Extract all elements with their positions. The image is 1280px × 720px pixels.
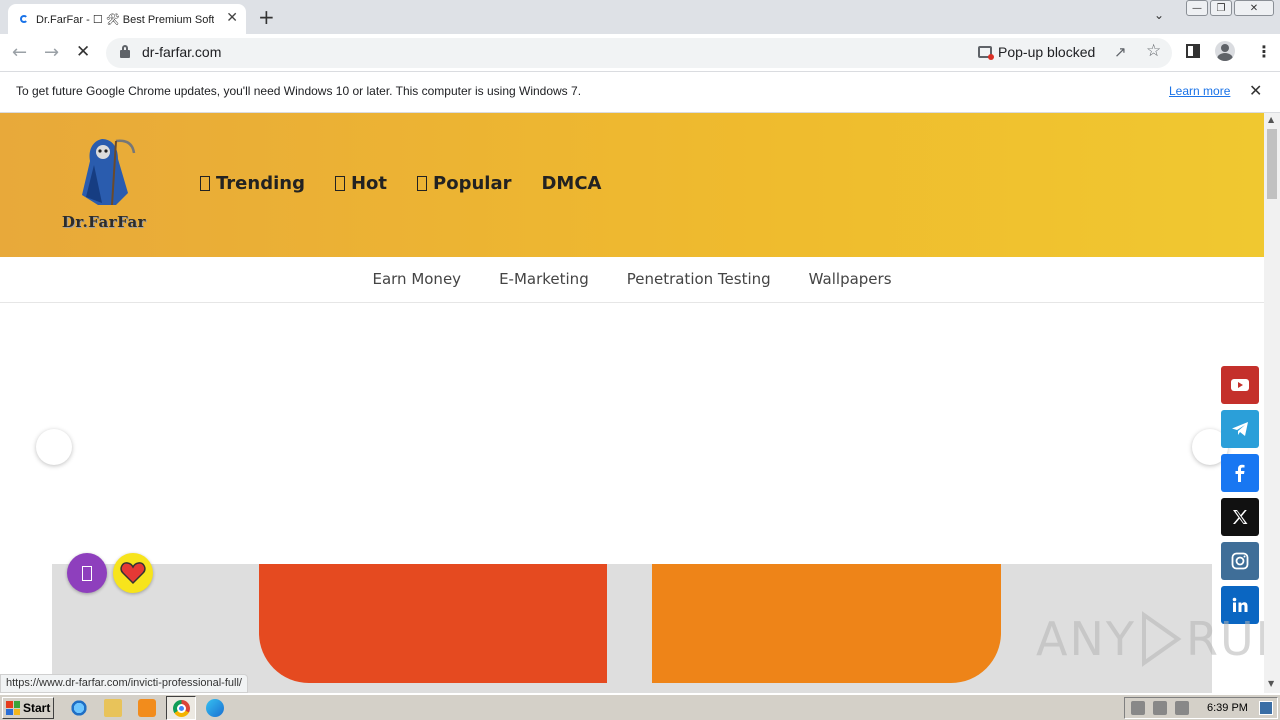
infobar-message: To get future Google Chrome updates, you…	[16, 84, 582, 98]
address-bar[interactable]: dr-farfar.com Pop-up blocked ↗ ☆	[106, 38, 1172, 68]
nav-trending-label: Trending	[216, 173, 305, 194]
banner-red-shape	[259, 564, 607, 683]
update-infobar: To get future Google Chrome updates, you…	[0, 72, 1280, 113]
main-nav: Trending Hot Popular DMCA	[200, 173, 601, 194]
action-center-flag-icon[interactable]	[1175, 701, 1189, 715]
nav-dmca[interactable]: DMCA	[541, 173, 601, 194]
scroll-thumb[interactable]	[1267, 129, 1277, 199]
show-desktop-icon[interactable]	[1259, 701, 1273, 715]
loading-spinner-icon	[20, 15, 28, 23]
x-icon	[1233, 510, 1248, 524]
site-logo[interactable]: Dr.FarFar	[58, 133, 150, 237]
box-glyph-icon	[82, 565, 92, 581]
watermark-run: RUN	[1185, 612, 1264, 666]
popup-blocked-label: Pop-up blocked	[998, 44, 1096, 60]
tab-close-icon[interactable]: ✕	[226, 10, 238, 26]
popup-blocked-indicator[interactable]: Pop-up blocked	[978, 44, 1095, 60]
file-explorer-icon[interactable]	[104, 699, 122, 717]
heart-icon	[120, 562, 146, 585]
restore-button[interactable]: ❐	[1210, 0, 1232, 16]
category-penetration-testing[interactable]: Penetration Testing	[627, 257, 771, 302]
kebab-menu-icon[interactable]: ⋮	[1256, 42, 1272, 61]
media-player-icon[interactable]	[138, 699, 156, 717]
volume-icon[interactable]	[1131, 701, 1145, 715]
tab-title: Dr.FarFar - ☐ 🛠 Best Premium Softw	[36, 13, 214, 26]
category-earn-money[interactable]: Earn Money	[372, 257, 461, 302]
system-tray: 6:39 PM	[1124, 697, 1278, 719]
new-tab-button[interactable]: +	[258, 5, 275, 29]
infobar-close-icon[interactable]: ✕	[1249, 81, 1262, 100]
stop-loading-icon[interactable]: ✕	[76, 42, 90, 62]
side-panel-icon[interactable]	[1186, 44, 1200, 58]
browser-toolbar: ← → ✕ dr-farfar.com Pop-up blocked ↗ ☆	[0, 34, 1280, 72]
anyrun-watermark: ANY RUN	[1036, 611, 1264, 667]
window-controls: — ❐ ✕	[1186, 0, 1274, 16]
social-sidebar	[1221, 366, 1259, 624]
internet-explorer-icon[interactable]	[70, 699, 88, 717]
category-e-marketing[interactable]: E-Marketing	[499, 257, 589, 302]
box-glyph-icon	[334, 176, 345, 191]
bookmark-star-icon[interactable]: ☆	[1146, 41, 1161, 61]
clock[interactable]: 6:39 PM	[1207, 702, 1248, 714]
nav-hot-label: Hot	[350, 173, 388, 194]
nav-trending[interactable]: Trending	[200, 173, 305, 194]
slider-prev-button[interactable]	[36, 429, 72, 465]
nav-popular[interactable]: Popular	[417, 173, 511, 194]
forward-arrow-icon[interactable]: →	[44, 42, 59, 63]
scroll-up-arrow-icon[interactable]: ▲	[1268, 115, 1274, 124]
share-icon[interactable]: ↗	[1114, 43, 1127, 61]
status-bar-url: https://www.dr-farfar.com/invicti-profes…	[0, 674, 248, 693]
chrome-icon	[173, 700, 190, 717]
edge-icon[interactable]	[206, 699, 224, 717]
telegram-button[interactable]	[1221, 410, 1259, 448]
nav-popular-label: Popular	[433, 173, 512, 194]
facebook-button[interactable]	[1221, 454, 1259, 492]
play-triangle-icon	[1141, 611, 1182, 667]
page-scrollbar[interactable]: ▲ ▼	[1264, 113, 1280, 693]
lock-icon[interactable]	[120, 45, 130, 58]
watermark-any: ANY	[1036, 612, 1136, 666]
start-button[interactable]: Start	[2, 697, 54, 719]
browser-tab[interactable]: Dr.FarFar - ☐ 🛠 Best Premium Softw ✕	[8, 4, 246, 34]
chrome-taskbar-button[interactable]	[166, 696, 196, 720]
category-nav: Earn Money E-Marketing Penetration Testi…	[0, 257, 1264, 303]
windows-logo-icon	[6, 701, 20, 715]
close-window-button[interactable]: ✕	[1234, 0, 1274, 16]
box-glyph-icon	[200, 176, 210, 191]
site-header: Dr.FarFar Trending Hot Popular DMCA	[0, 113, 1264, 257]
box-glyph-icon	[417, 176, 428, 191]
tab-search-chevron-icon[interactable]: ⌄	[1154, 8, 1164, 22]
youtube-icon	[1231, 379, 1249, 391]
purple-floating-button[interactable]	[67, 553, 107, 593]
tab-strip: Dr.FarFar - ☐ 🛠 Best Premium Softw ✕ + ⌄…	[0, 0, 1280, 34]
banner-orange-shape	[652, 564, 1001, 683]
url-text[interactable]: dr-farfar.com	[142, 44, 221, 60]
network-icon[interactable]	[1153, 701, 1167, 715]
back-arrow-icon[interactable]: ←	[12, 42, 27, 63]
favorite-heart-button[interactable]	[113, 553, 153, 593]
windows-taskbar: Start 6:39 PM	[0, 694, 1280, 720]
category-wallpapers[interactable]: Wallpapers	[809, 257, 892, 302]
nav-hot[interactable]: Hot	[334, 173, 388, 194]
minimize-button[interactable]: —	[1186, 0, 1208, 16]
x-twitter-button[interactable]	[1221, 498, 1259, 536]
youtube-button[interactable]	[1221, 366, 1259, 404]
reaper-logo-icon	[82, 139, 136, 206]
telegram-icon	[1232, 422, 1248, 436]
learn-more-link[interactable]: Learn more	[1169, 84, 1230, 98]
profile-avatar-icon[interactable]	[1215, 41, 1235, 61]
logo-text: Dr.FarFar	[61, 213, 147, 231]
scroll-down-arrow-icon[interactable]: ▼	[1268, 679, 1274, 688]
start-label: Start	[23, 701, 51, 715]
nav-dmca-label: DMCA	[541, 173, 602, 194]
instagram-button[interactable]	[1221, 542, 1259, 580]
page-viewport: Dr.FarFar Trending Hot Popular DMCA Earn…	[0, 113, 1264, 693]
facebook-icon	[1235, 464, 1245, 482]
instagram-icon	[1231, 552, 1249, 570]
popup-blocked-icon	[978, 46, 994, 60]
